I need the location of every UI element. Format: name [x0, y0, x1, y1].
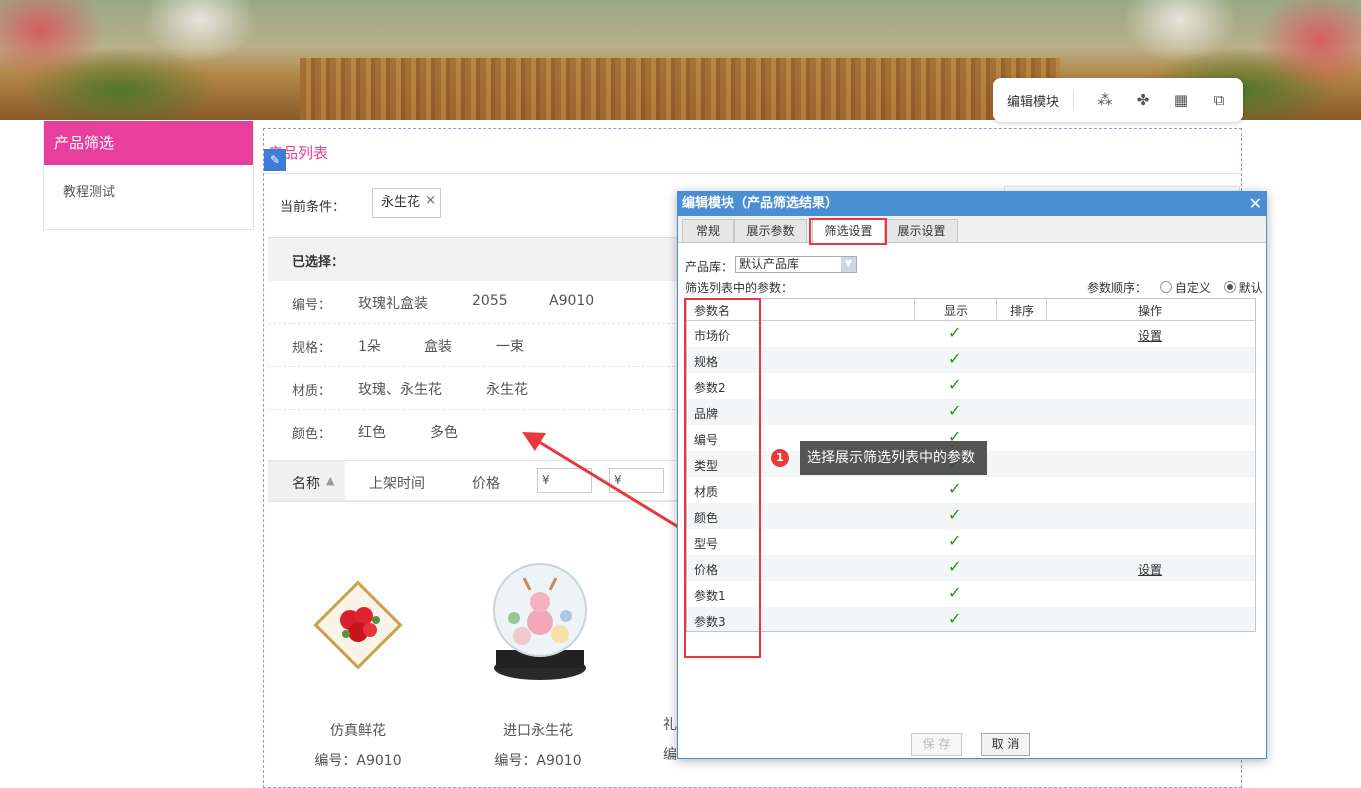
param-row: 参数2 ✓ [687, 373, 1255, 399]
checkmark-icon[interactable]: ✓ [948, 323, 961, 342]
checkmark-icon[interactable]: ✓ [948, 609, 961, 628]
close-icon[interactable]: ✕ [1249, 192, 1262, 216]
edit-module-dialog: 编辑模块（产品筛选结果） ✕ 常规 展示参数 筛选设置 展示设置 产品库： 默认… [677, 191, 1267, 759]
tab-display-params[interactable]: 展示参数 [734, 219, 807, 242]
column-divider [1046, 299, 1047, 320]
checkmark-icon[interactable]: ✓ [948, 479, 961, 498]
library-label: 产品库： [685, 260, 734, 274]
tab-display-settings[interactable]: 展示设置 [885, 219, 958, 242]
filter-params-label: 筛选列表中的参数： [685, 281, 794, 295]
library-select-value: 默认产品库 [739, 257, 800, 271]
checkmark-icon[interactable]: ✓ [948, 349, 961, 368]
checkmark-icon[interactable]: ✓ [948, 557, 961, 576]
order-default-label[interactable]: 默认 [1239, 281, 1263, 295]
param-row: 型号 ✓ [687, 529, 1255, 555]
checkmark-icon[interactable]: ✓ [948, 583, 961, 602]
param-settings-link[interactable]: 设置 [1138, 561, 1162, 578]
col-header-sort: 排序 [1010, 304, 1035, 318]
chevron-down-icon: ▼ [841, 257, 856, 272]
order-default-radio[interactable] [1223, 281, 1236, 293]
param-settings-link[interactable]: 设置 [1138, 327, 1162, 344]
dialog-titlebar: 编辑模块（产品筛选结果） ✕ [678, 192, 1266, 216]
tab-general[interactable]: 常规 [682, 219, 734, 242]
param-row: 材质 ✓ [687, 477, 1255, 503]
param-row: 规格 ✓ [687, 347, 1255, 373]
params-table-header: 参数名 显示 排序 操作 [687, 299, 1255, 321]
col-header-show: 显示 [944, 304, 969, 318]
param-row: 颜色 ✓ [687, 503, 1255, 529]
checkmark-icon[interactable]: ✓ [948, 505, 961, 524]
step-number-badge: 1 [771, 449, 789, 467]
dialog-title: 编辑模块（产品筛选结果） [682, 196, 839, 211]
param-row: 参数1 ✓ [687, 581, 1255, 607]
callout-text: 选择展示筛选列表中的参数 [800, 441, 987, 475]
dialog-tabs: 常规 展示参数 筛选设置 展示设置 [678, 216, 1266, 243]
param-order-label: 参数顺序： [1087, 281, 1148, 295]
column-divider [914, 299, 915, 320]
param-order-group: 参数顺序： 自定义 默认 [1087, 279, 1263, 296]
checkmark-icon[interactable]: ✓ [948, 401, 961, 420]
library-select[interactable]: 默认产品库 ▼ [735, 256, 857, 273]
param-row: 价格 ✓ 设置 [687, 555, 1255, 581]
params-table-body: 市场价✓设置规格✓参数2✓品牌✓编号✓类型✓材质✓颜色✓型号✓价格✓设置参数1✓… [687, 321, 1255, 631]
column-divider [996, 299, 997, 320]
checkmark-icon[interactable]: ✓ [948, 375, 961, 394]
param-row: 参数3 ✓ [687, 607, 1255, 631]
save-button[interactable]: 保 存 [911, 733, 962, 756]
order-custom-radio[interactable] [1159, 281, 1172, 293]
checkmark-icon[interactable]: ✓ [948, 531, 961, 550]
active-tab-highlight-box [809, 218, 887, 245]
param-name-column-highlight-box [684, 298, 761, 658]
col-header-action: 操作 [1138, 304, 1163, 318]
cancel-button[interactable]: 取 消 [981, 733, 1030, 756]
order-custom-label[interactable]: 自定义 [1175, 281, 1211, 295]
param-row: 品牌 ✓ [687, 399, 1255, 425]
param-row: 市场价 ✓ 设置 [687, 321, 1255, 347]
tutorial-callout: 1 选择展示筛选列表中的参数 [771, 441, 987, 475]
